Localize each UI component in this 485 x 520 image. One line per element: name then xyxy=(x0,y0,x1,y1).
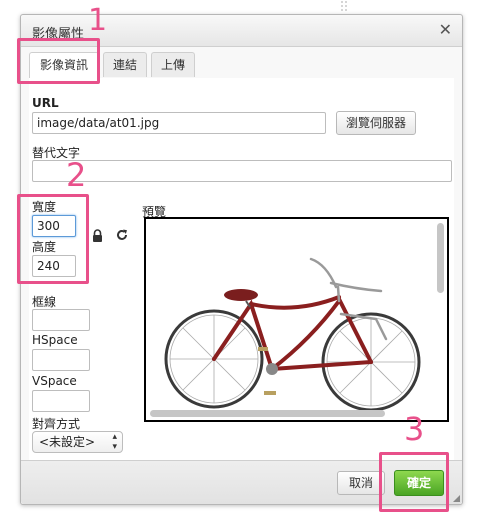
background-dots xyxy=(340,0,348,12)
lock-icon[interactable] xyxy=(92,229,103,245)
image-info-panel: URL image/data/at01.jpg 瀏覽伺服器 替代文字 寬度 30… xyxy=(29,78,454,461)
resize-handle-icon[interactable] xyxy=(453,495,460,502)
url-input[interactable]: image/data/at01.jpg xyxy=(32,112,326,134)
preview-box xyxy=(144,217,449,422)
hspace-label: HSpace xyxy=(32,333,78,347)
bicycle-image xyxy=(164,257,421,412)
annotation-box-2 xyxy=(17,194,89,284)
reset-size-icon[interactable] xyxy=(116,229,128,244)
vspace-label: VSpace xyxy=(32,374,77,388)
border-input[interactable] xyxy=(32,309,90,331)
url-label: URL xyxy=(32,96,59,110)
annotation-number-1: 1 xyxy=(88,3,108,38)
tab-link[interactable]: 連結 xyxy=(103,52,147,77)
preview-vertical-scrollbar[interactable] xyxy=(437,223,444,293)
annotation-box-1 xyxy=(17,38,100,84)
browse-server-button[interactable]: 瀏覽伺服器 xyxy=(336,111,416,135)
select-arrows-icon: ▴ ▾ xyxy=(112,432,117,452)
vspace-input[interactable] xyxy=(32,390,90,412)
cancel-button[interactable]: 取消 xyxy=(337,471,385,495)
close-icon[interactable]: ✕ xyxy=(439,20,452,39)
border-label: 框線 xyxy=(32,295,57,309)
preview-horizontal-scrollbar[interactable] xyxy=(150,410,385,417)
annotation-number-2: 2 xyxy=(66,156,87,194)
annotation-number-3: 3 xyxy=(404,410,425,448)
alt-text-input[interactable] xyxy=(32,160,452,182)
hspace-input[interactable] xyxy=(32,349,90,371)
tab-upload[interactable]: 上傳 xyxy=(151,52,195,77)
align-label: 對齊方式 xyxy=(32,417,81,431)
align-select[interactable]: <未設定> ▴ ▾ xyxy=(32,431,123,453)
align-select-value: <未設定> xyxy=(39,435,96,449)
annotation-box-3 xyxy=(379,452,449,512)
